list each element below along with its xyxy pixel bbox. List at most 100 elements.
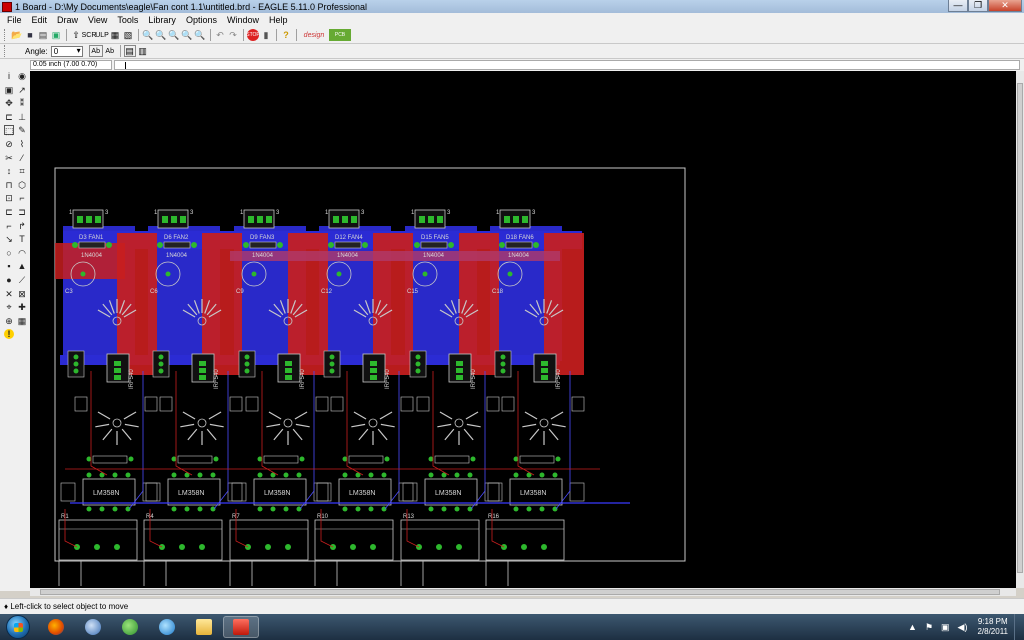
menu-file[interactable]: File: [2, 15, 27, 25]
menu-edit[interactable]: Edit: [27, 15, 53, 25]
optimize-tool-icon[interactable]: ↕: [4, 166, 14, 176]
layout-icon-b[interactable]: ▥: [137, 45, 149, 57]
show-hidden-icon[interactable]: ▲: [908, 622, 917, 632]
network-icon[interactable]: ▣: [941, 622, 950, 633]
horizontal-scroll-thumb[interactable]: [40, 589, 1000, 595]
menu-window[interactable]: Window: [222, 15, 264, 25]
circle-tool-icon[interactable]: ⌐: [17, 193, 27, 203]
dimension-tool-icon[interactable]: ◠: [17, 248, 27, 258]
save-icon[interactable]: ■: [24, 29, 36, 41]
value-tool-icon[interactable]: ✚: [17, 302, 27, 312]
volume-icon[interactable]: ◀): [958, 622, 968, 633]
cam-icon[interactable]: ▣: [50, 29, 62, 41]
zoom-out-icon[interactable]: 🔍: [168, 29, 180, 41]
mirror-tool-icon[interactable]: ⊏: [4, 112, 14, 122]
action-center-icon[interactable]: ⚑: [925, 622, 933, 633]
angle-select[interactable]: 0: [50, 45, 83, 57]
delete-tool-icon[interactable]: ⊘: [4, 139, 14, 149]
group-tool-icon[interactable]: ⬚: [4, 125, 14, 136]
print-icon[interactable]: ▤: [37, 29, 49, 41]
auto-tool-icon[interactable]: ▲: [17, 261, 27, 271]
layout-icon-a[interactable]: ▤: [123, 45, 136, 57]
zoom-redraw-icon[interactable]: 🔍: [181, 29, 193, 41]
taskbar-eagle[interactable]: [223, 616, 259, 638]
zoom-select-icon[interactable]: 🔍: [194, 29, 206, 41]
show-tool-icon[interactable]: ◉: [17, 71, 27, 81]
toolbar-grip[interactable]: [4, 29, 7, 41]
redo-icon[interactable]: ↷: [227, 29, 239, 41]
menu-tools[interactable]: Tools: [112, 15, 143, 25]
eagle-app-icon[interactable]: [2, 1, 12, 12]
menu-help[interactable]: Help: [264, 15, 293, 25]
menu-draw[interactable]: Draw: [52, 15, 83, 25]
add-tool-icon[interactable]: ⊕: [4, 316, 14, 326]
taskbar-thunderbird[interactable]: [75, 616, 111, 638]
upload-icon[interactable]: ⇧: [70, 29, 82, 41]
go-icon[interactable]: ▮: [260, 29, 272, 41]
via-tool-icon[interactable]: ↱: [17, 221, 27, 231]
start-button[interactable]: [6, 615, 30, 639]
ulp-icon[interactable]: ULP: [95, 29, 109, 41]
attribute-tool-icon[interactable]: ○: [4, 248, 14, 258]
toolbar-grip[interactable]: [4, 45, 7, 57]
change-tool-icon[interactable]: ✎: [17, 125, 27, 135]
info-tool-icon[interactable]: i: [4, 71, 14, 81]
hole-tool-icon[interactable]: T: [17, 234, 27, 244]
taskbar-itunes[interactable]: [149, 616, 185, 638]
show-desktop-button[interactable]: [1014, 614, 1024, 640]
vertical-scrollbar[interactable]: [1016, 71, 1024, 588]
menu-view[interactable]: View: [83, 15, 112, 25]
mark-tool-icon[interactable]: ↗: [17, 85, 27, 95]
text-tool-icon[interactable]: ⊡: [4, 193, 14, 203]
taskbar-explorer[interactable]: [186, 616, 222, 638]
minimize-button[interactable]: —: [948, 0, 968, 12]
signal-tool-icon[interactable]: ↘: [4, 234, 14, 244]
maximize-button[interactable]: ❐: [968, 0, 988, 12]
taskbar-firefox[interactable]: [38, 616, 74, 638]
menu-options[interactable]: Options: [181, 15, 222, 25]
zoom-fit-icon[interactable]: 🔍: [142, 29, 154, 41]
close-button[interactable]: ✕: [988, 0, 1022, 12]
pcb-quote-icon[interactable]: PCB: [329, 29, 351, 41]
spin-icon[interactable]: Ab: [104, 45, 116, 57]
copy-tool-icon[interactable]: ⁑: [17, 98, 27, 108]
ratsnest-tool-icon[interactable]: ▪: [4, 261, 14, 271]
display-tool-icon[interactable]: ▣: [4, 85, 14, 95]
replace-tool-icon[interactable]: ▦: [17, 316, 27, 326]
name-tool-icon[interactable]: ⌖: [4, 302, 14, 312]
command-line-input[interactable]: [114, 60, 1020, 70]
design-link-icon[interactable]: design: [300, 29, 328, 41]
paste-tool-icon[interactable]: ⌇: [17, 139, 27, 149]
arc-tool-icon[interactable]: ⊏: [4, 207, 14, 217]
horizontal-scrollbar[interactable]: [30, 588, 1016, 596]
schematic-icon[interactable]: ▧: [122, 29, 134, 41]
errors-tool-icon[interactable]: ✕: [4, 289, 14, 299]
split-tool-icon[interactable]: ✂: [4, 153, 14, 163]
route-tool-icon[interactable]: ⌗: [17, 166, 27, 176]
erc-tool-icon[interactable]: ●: [4, 275, 14, 285]
stop-icon[interactable]: STOP: [246, 29, 260, 41]
vertical-scroll-thumb[interactable]: [1017, 83, 1023, 573]
move-tool-icon[interactable]: ✥: [4, 98, 14, 108]
error-tool-icon[interactable]: [17, 329, 27, 339]
board-canvas[interactable]: 1 3 D3 FAN1 1N4004 C3 IRF540 LM358N R1 1 3 D6 FAN2…: [30, 71, 1016, 588]
taskbar-messenger[interactable]: [112, 616, 148, 638]
menu-library[interactable]: Library: [143, 15, 181, 25]
script-icon[interactable]: SCR: [82, 29, 97, 41]
wire-tool-icon[interactable]: ⬡: [17, 180, 27, 190]
ripup-tool-icon[interactable]: ⊓: [4, 180, 14, 190]
undo-icon[interactable]: ↶: [214, 29, 226, 41]
zoom-in-icon[interactable]: 🔍: [155, 29, 167, 41]
mirror-icon[interactable]: Ab: [88, 45, 103, 57]
rect-tool-icon[interactable]: ⊐: [17, 207, 27, 217]
smash-tool-icon[interactable]: ⊠: [17, 289, 27, 299]
taskbar-clock[interactable]: 9:18 PM 2/8/2011: [977, 617, 1008, 637]
board-icon[interactable]: ▦: [109, 29, 121, 41]
rotate-tool-icon[interactable]: ⊥: [17, 112, 27, 122]
help-icon[interactable]: ?: [280, 29, 292, 41]
open-icon[interactable]: 📂: [11, 29, 23, 41]
lock-tool-icon[interactable]: !: [4, 329, 14, 340]
polygon-tool-icon[interactable]: ⌐: [4, 221, 14, 231]
drc-tool-icon[interactable]: ⟋: [17, 275, 27, 285]
miter-tool-icon[interactable]: ⁄: [17, 153, 27, 163]
